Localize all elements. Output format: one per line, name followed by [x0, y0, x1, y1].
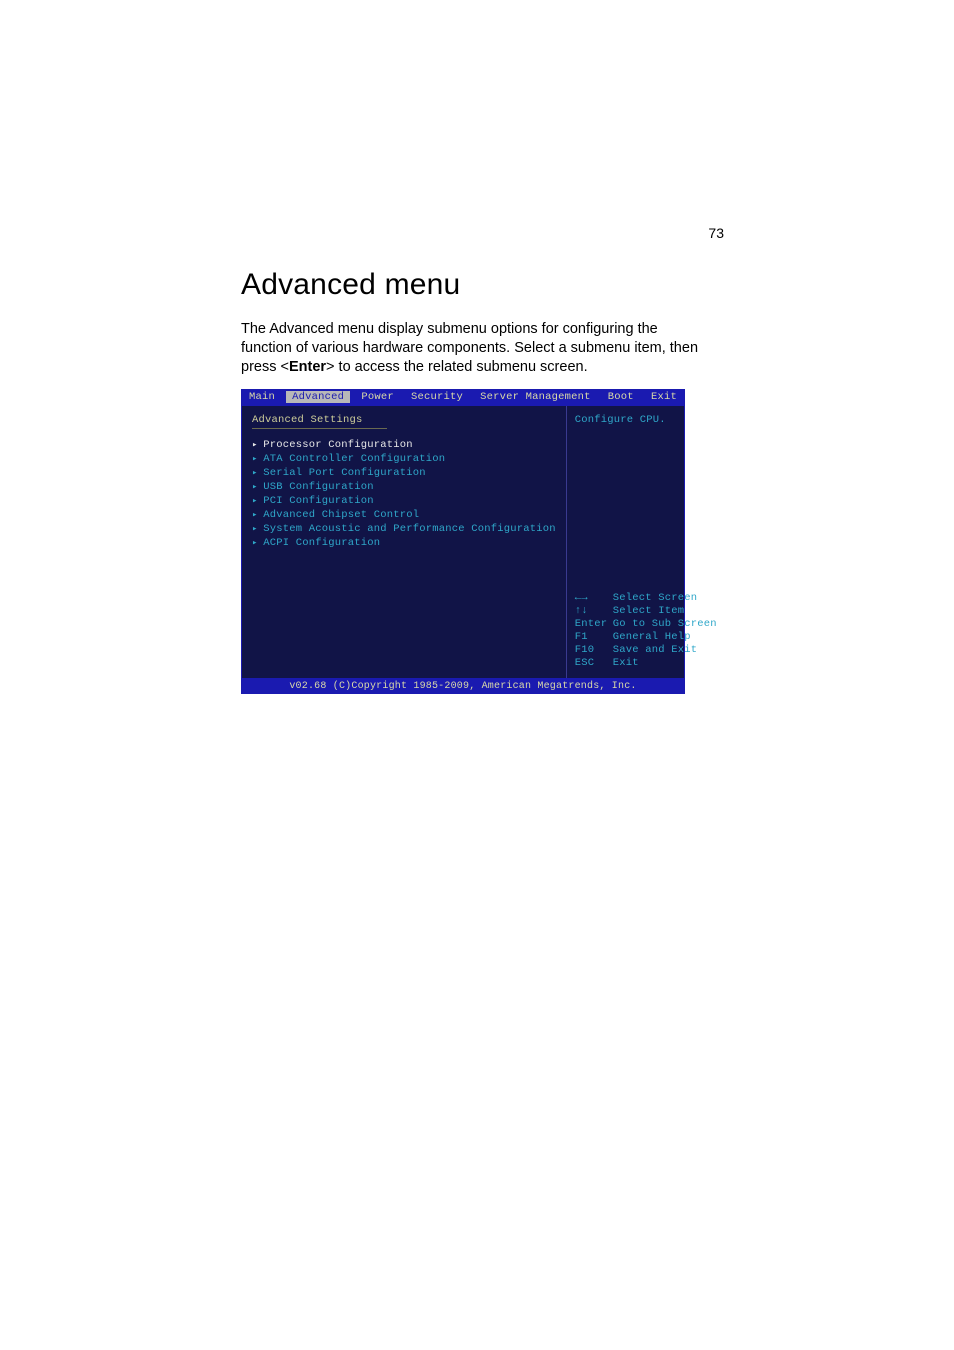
- submenu-processor-configuration[interactable]: Processor Configuration: [252, 439, 556, 451]
- key-action: Select Item: [613, 605, 685, 617]
- key-action: Go to Sub Screen: [613, 618, 717, 630]
- key-action: Select Screen: [613, 592, 698, 604]
- tab-security[interactable]: Security: [405, 391, 469, 403]
- submenu-advanced-chipset-control[interactable]: Advanced Chipset Control: [252, 509, 556, 521]
- key-name: ESC: [575, 657, 613, 669]
- key-row: F10Save and Exit: [575, 644, 717, 656]
- bios-screenshot: Main Advanced Power Security Server Mana…: [241, 389, 685, 694]
- submenu-system-acoustic-performance[interactable]: System Acoustic and Performance Configur…: [252, 523, 556, 535]
- key-name: F1: [575, 631, 613, 643]
- paragraph-part-2: > to access the related submenu screen.: [326, 359, 588, 375]
- tab-power[interactable]: Power: [355, 391, 400, 403]
- bios-right-pane: Configure CPU. ←→Select Screen ↑↓Select …: [567, 406, 725, 678]
- page: 73 Advanced menu The Advanced menu displ…: [0, 0, 954, 1350]
- key-name: ←→: [575, 592, 613, 604]
- bios-body: Advanced Settings Processor Configuratio…: [241, 405, 685, 679]
- bios-footer: v02.68 (C)Copyright 1985-2009, American …: [241, 679, 685, 694]
- key-row: EnterGo to Sub Screen: [575, 618, 717, 630]
- content: Advanced menu The Advanced menu display …: [241, 268, 701, 694]
- body-paragraph: The Advanced menu display submenu option…: [241, 320, 701, 377]
- key-row: ESCExit: [575, 657, 717, 669]
- key-name: Enter: [575, 618, 613, 630]
- key-name: ↑↓: [575, 605, 613, 617]
- tab-main[interactable]: Main: [243, 391, 281, 403]
- submenu-pci-configuration[interactable]: PCI Configuration: [252, 495, 556, 507]
- key-action: Exit: [613, 657, 639, 669]
- bios-left-pane: Advanced Settings Processor Configuratio…: [242, 406, 567, 678]
- submenu-acpi-configuration[interactable]: ACPI Configuration: [252, 537, 556, 549]
- enter-key-label: Enter: [289, 359, 326, 375]
- key-row: ↑↓Select Item: [575, 605, 717, 617]
- key-row: F1General Help: [575, 631, 717, 643]
- submenu-usb-configuration[interactable]: USB Configuration: [252, 481, 556, 493]
- page-number: 73: [708, 225, 724, 241]
- bios-key-hints: ←→Select Screen ↑↓Select Item EnterGo to…: [575, 591, 717, 670]
- key-name: F10: [575, 644, 613, 656]
- key-row: ←→Select Screen: [575, 592, 717, 604]
- tab-exit[interactable]: Exit: [645, 391, 683, 403]
- submenu-serial-port-configuration[interactable]: Serial Port Configuration: [252, 467, 556, 479]
- submenu-ata-controller-configuration[interactable]: ATA Controller Configuration: [252, 453, 556, 465]
- key-action: General Help: [613, 631, 691, 643]
- tab-boot[interactable]: Boot: [602, 391, 640, 403]
- bios-help-text: Configure CPU.: [575, 414, 717, 426]
- bios-tab-bar: Main Advanced Power Security Server Mana…: [241, 389, 685, 405]
- tab-server-management[interactable]: Server Management: [474, 391, 597, 403]
- divider: [252, 428, 387, 429]
- page-title: Advanced menu: [241, 268, 701, 302]
- tab-advanced[interactable]: Advanced: [286, 391, 350, 403]
- key-action: Save and Exit: [613, 644, 698, 656]
- bios-section-title: Advanced Settings: [252, 414, 556, 426]
